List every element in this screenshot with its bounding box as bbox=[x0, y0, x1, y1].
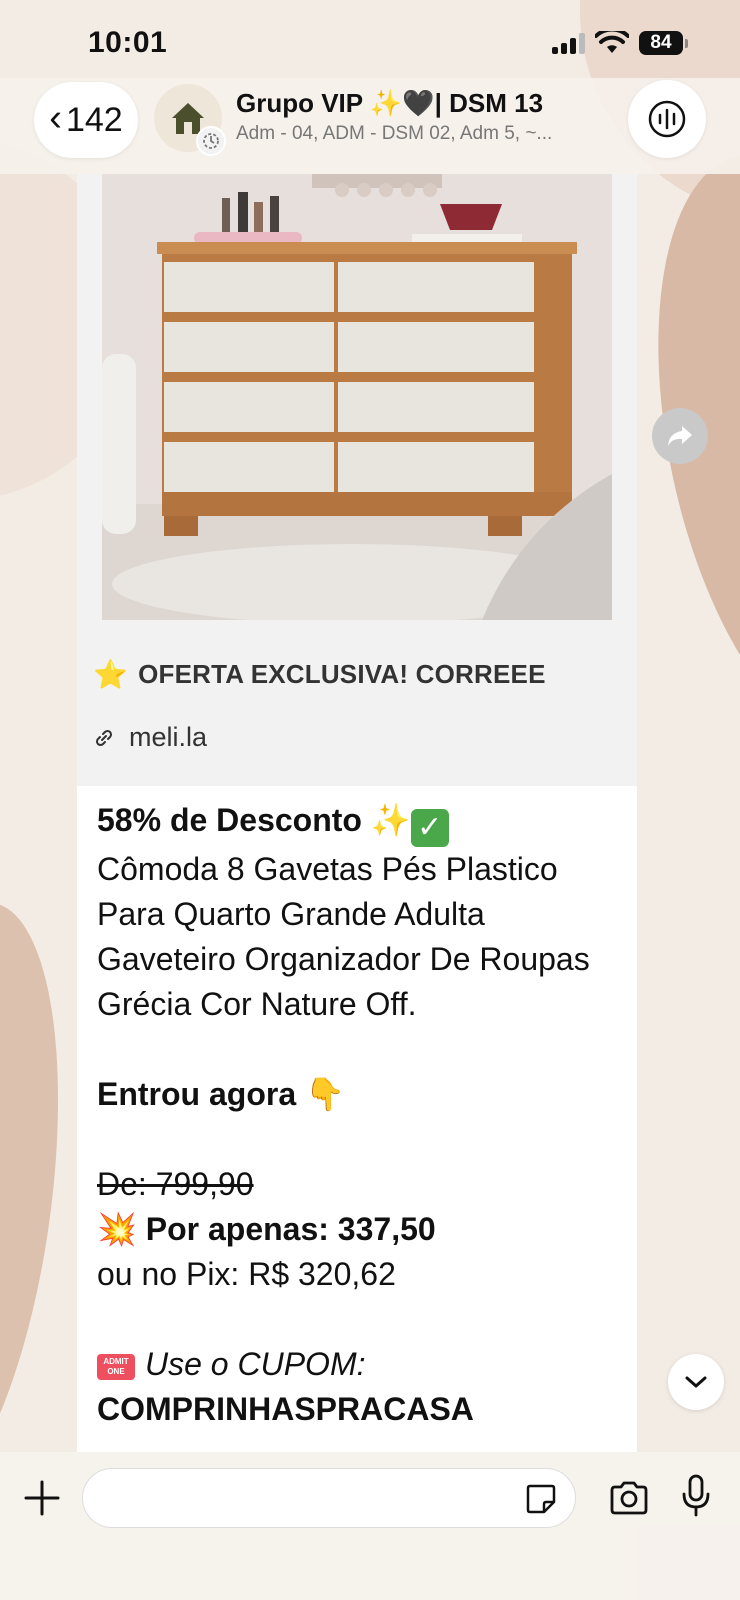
preview-link[interactable]: meli.la bbox=[95, 722, 207, 753]
forward-button[interactable] bbox=[652, 408, 708, 464]
status-bar: 10:01 84 bbox=[0, 0, 740, 78]
battery-level: 84 bbox=[639, 31, 683, 55]
group-members[interactable]: Adm - 04, ADM - DSM 02, Adm 5, ~... bbox=[236, 123, 606, 145]
link-preview[interactable]: ⭐ OFERTA EXCLUSIVA! CORREEE meli.la bbox=[77, 174, 637, 786]
coupon-line: ADMIT ONE Use o CUPOM: bbox=[97, 1342, 627, 1387]
link-icon bbox=[95, 729, 113, 746]
cellular-signal-icon bbox=[552, 32, 585, 54]
product-name: Cômoda 8 Gavetas Pés Plastico Para Quart… bbox=[97, 851, 590, 1022]
battery-icon: 84 bbox=[639, 31, 688, 55]
pointing-down-icon: 👇 bbox=[305, 1075, 345, 1113]
chevron-down-icon bbox=[685, 1376, 707, 1388]
message-composer bbox=[0, 1452, 740, 1600]
camera-icon[interactable] bbox=[608, 1480, 650, 1516]
group-title[interactable]: Grupo VIP ✨🖤| DSM 13 bbox=[236, 88, 543, 119]
pix-price: ou no Pix: R$ 320,62 bbox=[97, 1256, 396, 1292]
disappearing-timer-icon bbox=[196, 126, 226, 156]
preview-title[interactable]: ⭐ OFERTA EXCLUSIVA! CORREEE bbox=[93, 658, 546, 691]
waveform-icon bbox=[648, 100, 686, 138]
coupon-code[interactable]: COMPRINHASPRACASA bbox=[97, 1387, 627, 1432]
coupon-label: Use o CUPOM: bbox=[145, 1346, 366, 1382]
message-text: 58% de Desconto ✨ ✓ Cômoda 8 Gavetas Pés … bbox=[97, 798, 627, 1432]
back-button[interactable]: ‹ 142 bbox=[34, 82, 138, 158]
voice-chat-button[interactable] bbox=[628, 80, 706, 158]
wifi-icon bbox=[595, 31, 629, 53]
price-line: 💥 Por apenas: 337,50 bbox=[97, 1207, 627, 1252]
chevron-left-icon: ‹ bbox=[49, 96, 62, 139]
message-bubble[interactable]: ⭐ OFERTA EXCLUSIVA! CORREEE meli.la 58% … bbox=[77, 174, 637, 1454]
star-icon: ⭐ bbox=[93, 658, 129, 691]
preview-link-text: meli.la bbox=[129, 722, 208, 752]
dresser-illustration bbox=[102, 174, 612, 620]
message-input[interactable] bbox=[82, 1468, 576, 1528]
collision-icon: 💥 bbox=[97, 1210, 137, 1248]
discount-text: 58% de Desconto bbox=[97, 802, 362, 838]
status-icons: 84 bbox=[552, 31, 688, 55]
ticket-icon: ADMIT ONE bbox=[97, 1353, 135, 1380]
product-image[interactable] bbox=[102, 174, 612, 620]
current-price: Por apenas: 337,50 bbox=[145, 1211, 436, 1247]
share-arrow-icon bbox=[668, 426, 692, 446]
microphone-icon[interactable] bbox=[680, 1474, 712, 1518]
discount-line: 58% de Desconto ✨ ✓ bbox=[97, 798, 627, 847]
chat-header: ‹ 142 Grupo VIP ✨🖤| DSM 13 Adm - 04, ADM… bbox=[0, 78, 740, 174]
sparkles-icon: ✨ bbox=[370, 801, 411, 839]
sticker-icon[interactable] bbox=[524, 1482, 558, 1516]
status-time: 10:01 bbox=[88, 26, 168, 59]
old-price: De: 799,90 bbox=[97, 1166, 254, 1202]
unread-count: 142 bbox=[65, 100, 123, 139]
preview-title-text: OFERTA EXCLUSIVA! CORREEE bbox=[138, 659, 546, 689]
scroll-to-bottom-button[interactable] bbox=[668, 1354, 724, 1410]
entrou-line: Entrou agora 👇 bbox=[97, 1072, 627, 1117]
check-mark-icon: ✓ bbox=[410, 809, 449, 847]
plus-icon[interactable] bbox=[22, 1478, 62, 1518]
entrou-text: Entrou agora bbox=[97, 1076, 297, 1112]
